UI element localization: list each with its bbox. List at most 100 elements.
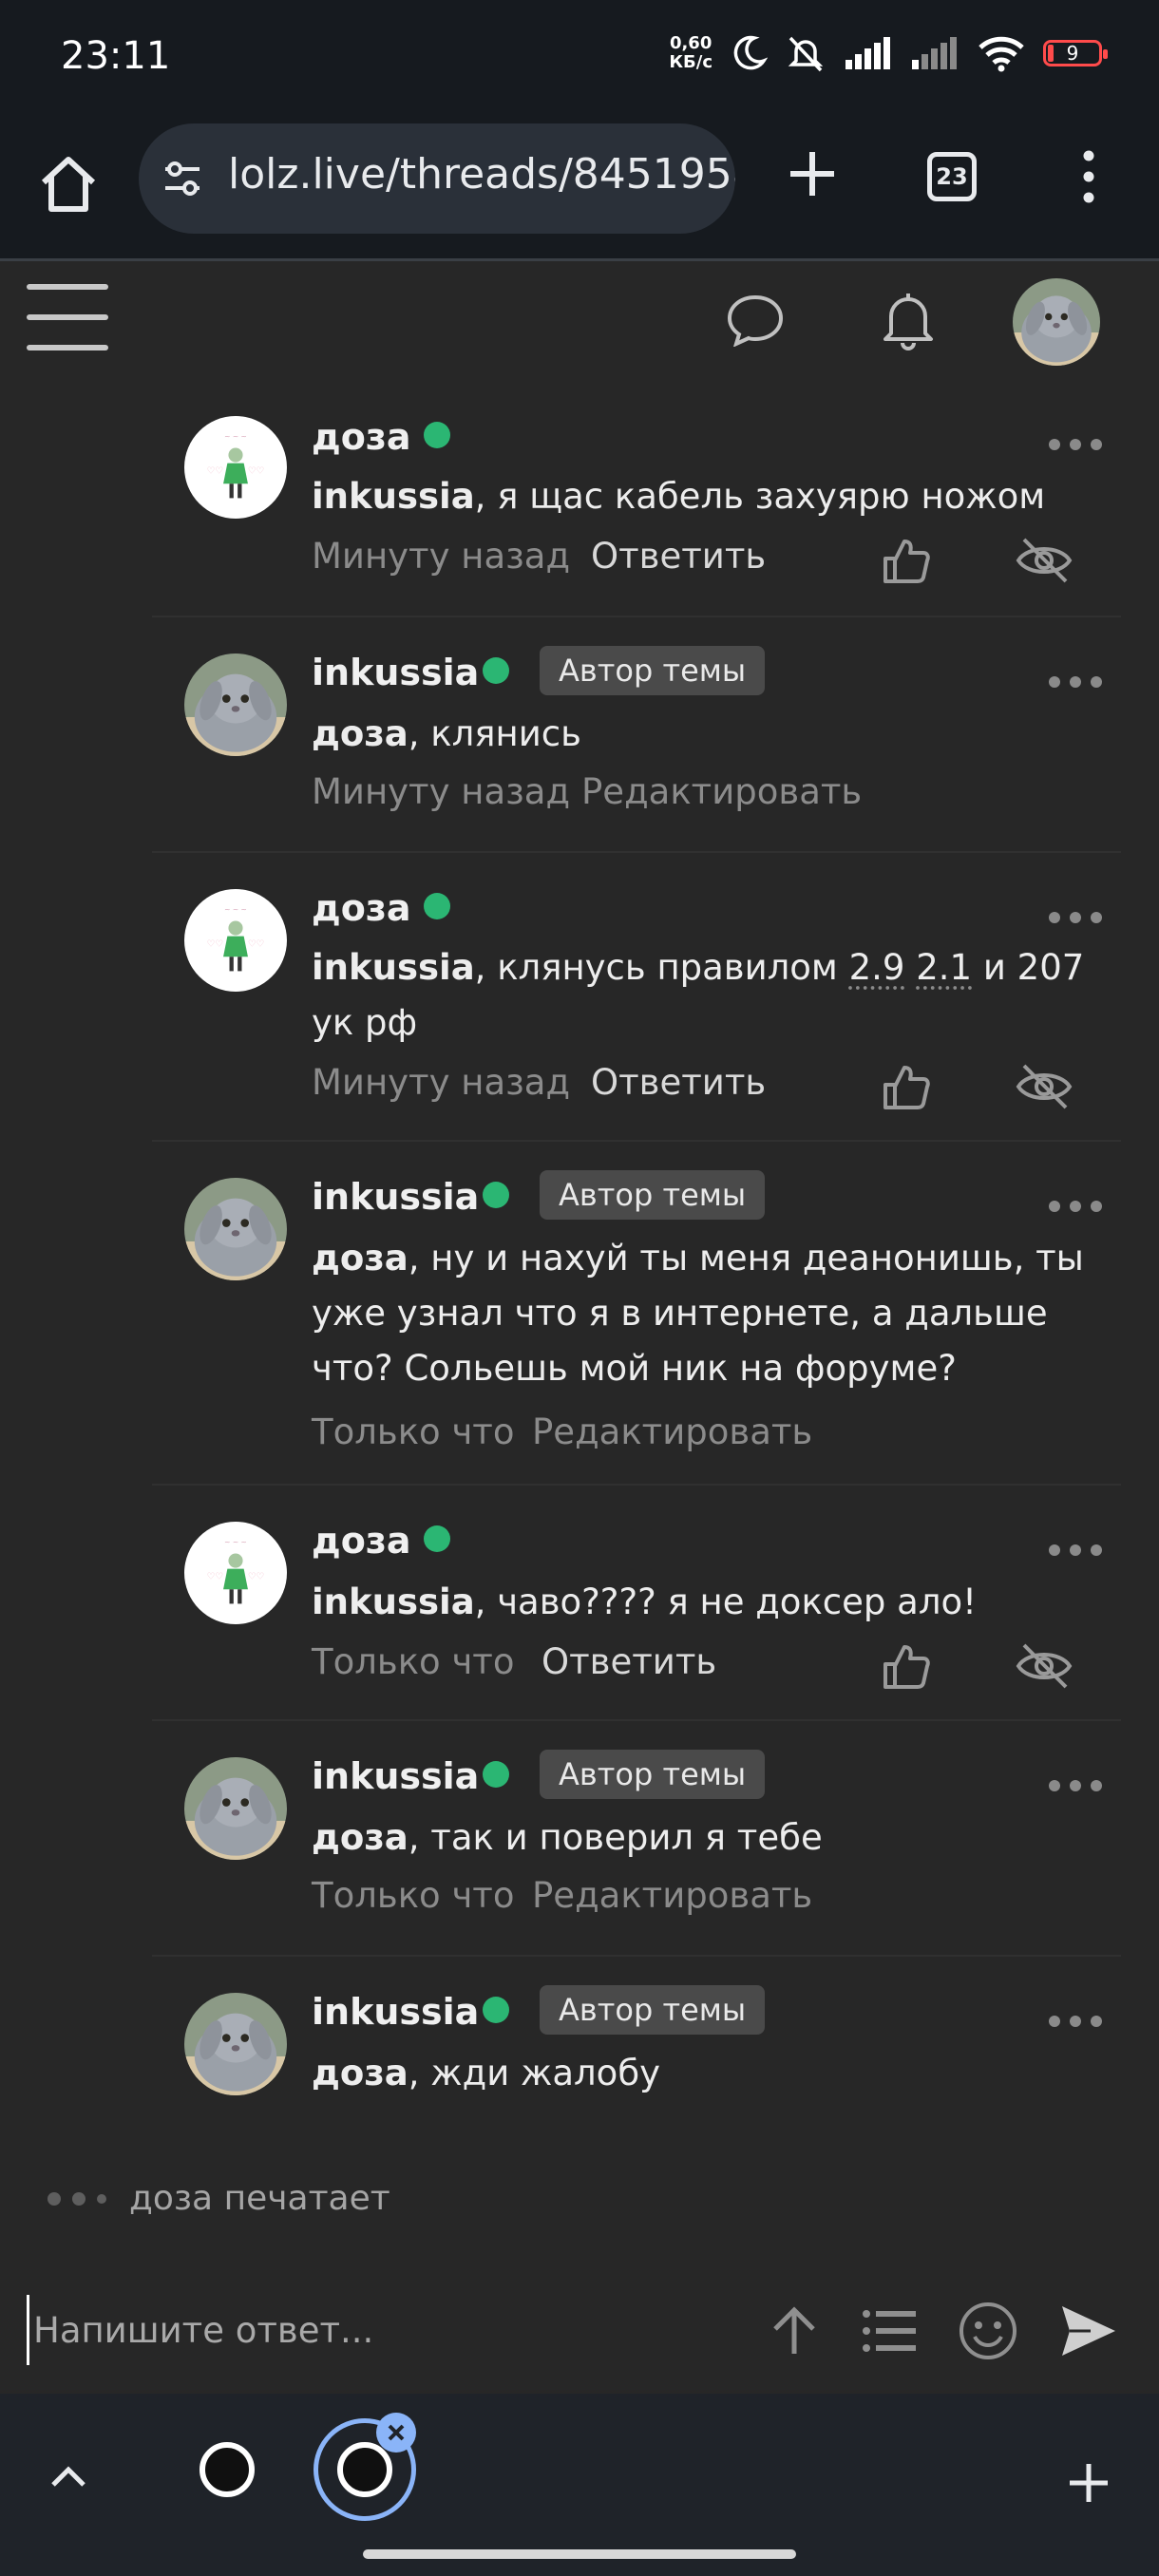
avatar[interactable] <box>184 1757 287 1860</box>
home-icon[interactable] <box>34 150 103 218</box>
comment-time[interactable]: Минуту назад <box>312 1062 570 1103</box>
author-badge: Автор темы <box>540 1985 766 2035</box>
comment-text: доза, клянись <box>312 713 581 754</box>
comment-text: inkussia, клянусь правилом 2.9 2.1 и 207… <box>312 947 1085 1043</box>
online-indicator <box>424 422 450 448</box>
comment-author[interactable]: inkussia <box>312 1755 479 1797</box>
avatar[interactable] <box>184 1522 287 1624</box>
arrow-up-icon[interactable] <box>764 2301 825 2361</box>
tab-switcher-button[interactable]: 23 <box>927 152 977 201</box>
like-icon[interactable] <box>880 534 933 587</box>
site-settings-icon[interactable] <box>162 158 203 199</box>
mention[interactable]: inkussia <box>312 476 475 517</box>
eye-off-icon[interactable] <box>1015 1060 1074 1113</box>
comment-time[interactable]: Только что <box>312 1641 515 1682</box>
avatar[interactable] <box>184 416 287 519</box>
author-badge: Автор темы <box>540 646 766 695</box>
home-indicator[interactable] <box>363 2549 796 2559</box>
comment-text: доза, ну и нахуй ты меня деанонишь, ты у… <box>312 1238 1084 1389</box>
more-vert-icon[interactable] <box>1083 148 1094 205</box>
more-horiz-icon[interactable] <box>1047 1543 1104 1558</box>
mention[interactable]: доза <box>312 713 408 754</box>
comment-text: inkussia, чаво???? я не доксер ало! <box>312 1582 977 1622</box>
comment-item: inkussia Автор темы доза, ну и нахуй ты … <box>152 1140 1121 1486</box>
comment-time[interactable]: Только что <box>312 1411 515 1452</box>
comment-time[interactable]: Только что <box>312 1875 515 1916</box>
address-bar[interactable]: lolz.live/threads/8451958 <box>139 123 735 234</box>
mention[interactable]: доза <box>312 1238 408 1279</box>
online-indicator <box>483 657 509 684</box>
author-badge: Автор темы <box>540 1750 766 1799</box>
like-icon[interactable] <box>880 1060 933 1113</box>
online-indicator <box>483 1182 509 1208</box>
chat-icon[interactable] <box>726 294 785 347</box>
comment-time[interactable]: Минуту назад <box>312 771 570 812</box>
reply-button[interactable]: Ответить <box>591 536 766 577</box>
more-horiz-icon[interactable] <box>1047 437 1104 452</box>
signal-icon-1 <box>846 37 890 69</box>
url-text[interactable]: lolz.live/threads/8451958 <box>228 150 735 199</box>
signal-icon-2 <box>912 37 957 69</box>
reply-button[interactable]: Ответить <box>591 1062 766 1103</box>
comment-author[interactable]: доза <box>312 1520 411 1562</box>
comment-author[interactable]: доза <box>312 887 411 929</box>
mention[interactable]: inkussia <box>312 947 475 988</box>
avatar[interactable] <box>184 1178 287 1280</box>
chevron-up-icon[interactable] <box>44 2453 93 2502</box>
reply-button[interactable]: Ответить <box>542 1641 716 1682</box>
comment-item: доза inkussia, чаво???? я не доксер ало!… <box>152 1484 1121 1721</box>
edit-button[interactable]: Редактировать <box>532 1875 812 1916</box>
typing-indicator: доза печатает <box>48 2179 390 2218</box>
comment-item: доза inkussia, клянусь правилом 2.9 2.1 … <box>152 851 1121 1142</box>
mention[interactable]: доза <box>312 1817 408 1858</box>
add-tab-icon[interactable] <box>1064 2458 1113 2508</box>
reply-input[interactable] <box>27 2295 738 2365</box>
mention[interactable]: inkussia <box>312 1582 475 1622</box>
avatar[interactable] <box>184 889 287 992</box>
status-bar: 23:11 0,60 КБ/с 9 <box>0 0 1159 116</box>
comment-author[interactable]: доза <box>312 416 411 458</box>
more-horiz-icon[interactable] <box>1047 1199 1104 1214</box>
comment-author[interactable]: inkussia <box>312 652 479 693</box>
more-horiz-icon[interactable] <box>1047 910 1104 925</box>
more-horiz-icon[interactable] <box>1047 674 1104 690</box>
rule-link[interactable]: 2.1 <box>916 947 972 988</box>
online-indicator <box>424 1525 450 1552</box>
tab-thumbnail[interactable] <box>200 2442 255 2497</box>
send-icon[interactable] <box>1058 2301 1119 2361</box>
mute-bell-icon <box>788 36 824 72</box>
browser-toolbar: lolz.live/threads/8451958 23 <box>0 116 1159 261</box>
online-indicator <box>483 1761 509 1788</box>
emoji-icon[interactable] <box>958 2301 1018 2361</box>
forum-header <box>0 261 1159 375</box>
comment-author[interactable]: inkussia <box>312 1176 479 1218</box>
comment-text: inkussia, я щас кабель захуярю ножом <box>312 476 1046 517</box>
like-icon[interactable] <box>880 1639 933 1693</box>
comment-item: inkussia Автор темы доза, так и поверил … <box>152 1719 1121 1957</box>
edit-button[interactable]: Редактировать <box>532 1411 812 1452</box>
tab-thumbnail[interactable] <box>337 2442 392 2497</box>
mention[interactable]: доза <box>312 2053 408 2093</box>
rule-link[interactable]: 2.9 <box>849 947 905 988</box>
comment-item: inkussia Автор темы доза, жди жалобу <box>152 1955 1121 2143</box>
user-avatar[interactable] <box>1013 278 1100 366</box>
network-speed: 0,60 КБ/с <box>669 33 712 72</box>
comment-time[interactable]: Минуту назад <box>312 536 570 577</box>
eye-off-icon[interactable] <box>1015 534 1074 587</box>
status-icons: 0,60 КБ/с 9 <box>669 32 1108 74</box>
avatar[interactable] <box>184 653 287 756</box>
close-tab-icon[interactable] <box>376 2413 416 2453</box>
more-horiz-icon[interactable] <box>1047 1778 1104 1793</box>
eye-off-icon[interactable] <box>1015 1639 1074 1693</box>
new-tab-icon[interactable] <box>783 144 842 203</box>
bell-icon[interactable] <box>878 290 939 350</box>
online-indicator <box>483 1997 509 2023</box>
menu-icon[interactable] <box>27 282 112 354</box>
more-horiz-icon[interactable] <box>1047 2014 1104 2029</box>
edit-button[interactable]: Редактировать <box>581 771 862 812</box>
list-icon[interactable] <box>859 2301 920 2361</box>
online-indicator <box>424 893 450 919</box>
comment-text: доза, жди жалобу <box>312 2053 661 2093</box>
avatar[interactable] <box>184 1993 287 2095</box>
comment-author[interactable]: inkussia <box>312 1991 479 2033</box>
